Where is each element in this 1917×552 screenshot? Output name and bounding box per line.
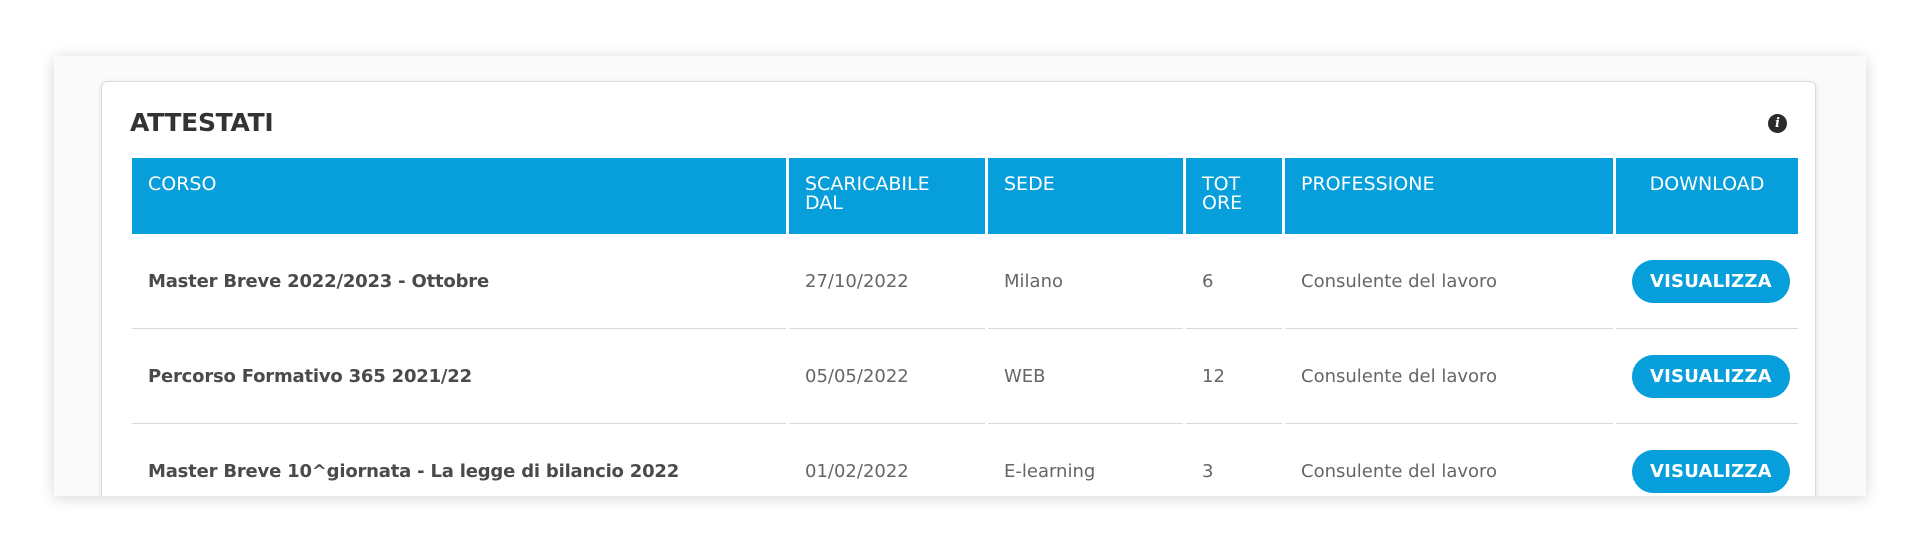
panel-title: ATTESTATI: [130, 108, 274, 137]
attestati-table: CORSO SCARICABILE DAL SEDE TOT ORE PROFE…: [129, 158, 1801, 496]
attestati-panel: ATTESTATI i CORSO SCARICABILE DAL SEDE T…: [101, 81, 1816, 496]
table-row: Master Breve 10^giornata - La legge di b…: [132, 424, 1798, 496]
cell-scaricabile-dal: 05/05/2022: [789, 329, 985, 424]
table-row: Percorso Formativo 365 2021/22 05/05/202…: [132, 329, 1798, 424]
header-corso[interactable]: CORSO: [132, 158, 786, 234]
page-container: ATTESTATI i CORSO SCARICABILE DAL SEDE T…: [54, 56, 1866, 496]
cell-scaricabile-dal: 01/02/2022: [789, 424, 985, 496]
cell-corso: Master Breve 2022/2023 - Ottobre: [132, 234, 786, 329]
header-download: DOWNLOAD: [1616, 158, 1798, 234]
cell-scaricabile-dal: 27/10/2022: [789, 234, 985, 329]
cell-download: VISUALIZZA: [1616, 329, 1798, 424]
table-header-row: CORSO SCARICABILE DAL SEDE TOT ORE PROFE…: [132, 158, 1798, 234]
header-tot-ore[interactable]: TOT ORE: [1186, 158, 1282, 234]
cell-sede: Milano: [988, 234, 1183, 329]
cell-download: VISUALIZZA: [1616, 234, 1798, 329]
cell-professione: Consulente del lavoro: [1285, 424, 1613, 496]
cell-tot-ore: 12: [1186, 329, 1282, 424]
cell-download: VISUALIZZA: [1616, 424, 1798, 496]
cell-corso: Percorso Formativo 365 2021/22: [132, 329, 786, 424]
table-row: Master Breve 2022/2023 - Ottobre 27/10/2…: [132, 234, 1798, 329]
visualizza-button[interactable]: VISUALIZZA: [1632, 449, 1790, 493]
cell-sede: E-learning: [988, 424, 1183, 496]
visualizza-button[interactable]: VISUALIZZA: [1632, 354, 1790, 398]
header-scaricabile-dal[interactable]: SCARICABILE DAL: [789, 158, 985, 234]
header-sede[interactable]: SEDE: [988, 158, 1183, 234]
cell-tot-ore: 3: [1186, 424, 1282, 496]
cell-sede: WEB: [988, 329, 1183, 424]
cell-corso: Master Breve 10^giornata - La legge di b…: [132, 424, 786, 496]
cell-professione: Consulente del lavoro: [1285, 329, 1613, 424]
cell-professione: Consulente del lavoro: [1285, 234, 1613, 329]
cell-tot-ore: 6: [1186, 234, 1282, 329]
visualizza-button[interactable]: VISUALIZZA: [1632, 259, 1790, 303]
info-icon[interactable]: i: [1768, 114, 1787, 133]
header-professione[interactable]: PROFESSIONE: [1285, 158, 1613, 234]
